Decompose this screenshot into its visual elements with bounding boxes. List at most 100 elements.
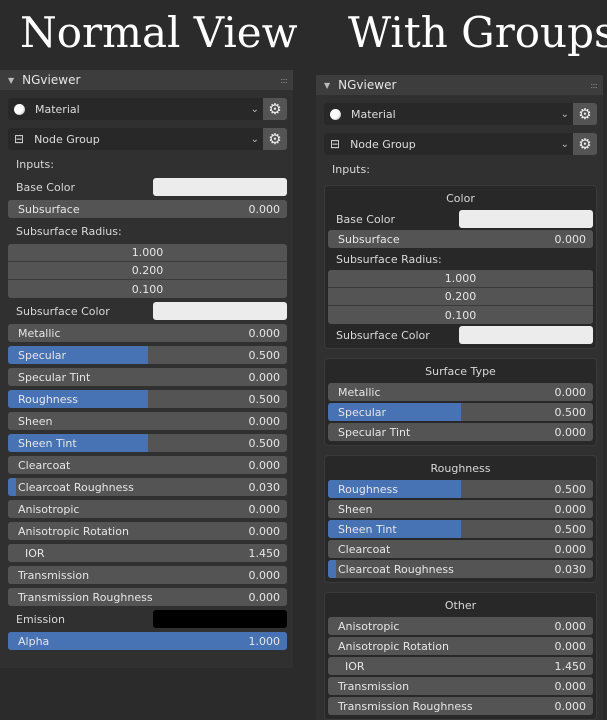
subsurface-slider[interactable]: Subsurface 0.000 <box>8 200 287 218</box>
row-anisotropic[interactable]: Anisotropic 0.000 <box>8 500 287 518</box>
material-selector[interactable]: Material ⌄ ⚙ <box>324 103 597 125</box>
row-metallic[interactable]: Metallic 0.000 <box>328 383 593 401</box>
slider-value: 0.500 <box>554 405 587 419</box>
material-selector[interactable]: Material ⌄ ⚙ <box>8 98 287 120</box>
transmission-roughness-slider[interactable]: Transmission Roughness 0.000 <box>8 588 287 606</box>
vector-component-field[interactable]: 0.200 <box>8 262 287 280</box>
sheen-tint-slider[interactable]: Sheen Tint 0.500 <box>328 520 593 538</box>
metallic-slider[interactable]: Metallic 0.000 <box>8 324 287 342</box>
emission-swatch[interactable] <box>153 610 287 628</box>
field-label: Base Color <box>336 212 396 226</box>
row-subsurface-radius-: Subsurface Radius: <box>8 222 287 240</box>
sheen-slider[interactable]: Sheen 0.000 <box>8 412 287 430</box>
vector-component-field[interactable]: 1.000 <box>328 270 593 288</box>
row-sheen-tint[interactable]: Sheen Tint 0.500 <box>328 520 593 538</box>
anisotropic-rotation-slider[interactable]: Anisotropic Rotation 0.000 <box>8 522 287 540</box>
base-color-swatch[interactable] <box>459 210 593 228</box>
row-sheen[interactable]: Sheen 0.000 <box>8 412 287 430</box>
panel-header[interactable]: ▼ NGviewer:::: <box>316 75 603 95</box>
roughness-slider[interactable]: Roughness 0.500 <box>328 480 593 498</box>
subsurface-color-swatch[interactable] <box>459 326 593 344</box>
gear-icon[interactable]: ⚙ <box>573 103 597 125</box>
base-color-swatch[interactable] <box>153 178 287 196</box>
slider-label: Sheen <box>338 502 373 516</box>
subsurface-color-swatch[interactable] <box>153 302 287 320</box>
row-ior[interactable]: IOR 1.450 <box>8 544 287 562</box>
row-specular[interactable]: Specular 0.500 <box>328 403 593 421</box>
slider-value: 1.000 <box>248 634 281 648</box>
ior-slider[interactable]: IOR 1.450 <box>328 657 593 675</box>
vector-component-field[interactable]: 1.000 <box>8 244 287 262</box>
row-clearcoat-roughness[interactable]: Clearcoat Roughness 0.030 <box>328 560 593 578</box>
collapse-triangle-icon[interactable]: ▼ <box>324 81 330 90</box>
row-ior[interactable]: IOR 1.450 <box>328 657 593 675</box>
row-subsurface[interactable]: Subsurface 0.000 <box>328 230 593 248</box>
drag-grip-icon[interactable]: :::: <box>590 81 598 90</box>
slider-label: Metallic <box>338 385 381 399</box>
collapse-triangle-icon[interactable]: ▼ <box>8 76 14 85</box>
ior-slider[interactable]: IOR 1.450 <box>8 544 287 562</box>
anisotropic-slider[interactable]: Anisotropic 0.000 <box>8 500 287 518</box>
row-anisotropic[interactable]: Anisotropic 0.000 <box>328 617 593 635</box>
clearcoat-roughness-slider[interactable]: Clearcoat Roughness 0.030 <box>328 560 593 578</box>
vector-component-field[interactable]: 0.100 <box>8 280 287 298</box>
anisotropic-rotation-slider[interactable]: Anisotropic Rotation 0.000 <box>328 637 593 655</box>
row-specular-tint[interactable]: Specular Tint 0.000 <box>328 423 593 441</box>
row-subsurface[interactable]: Subsurface 0.000 <box>8 200 287 218</box>
transmission-roughness-slider[interactable]: Transmission Roughness 0.000 <box>328 697 593 715</box>
specular-slider[interactable]: Specular 0.500 <box>8 346 287 364</box>
row-sheen[interactable]: Sheen 0.000 <box>328 500 593 518</box>
row-roughness[interactable]: Roughness 0.500 <box>328 480 593 498</box>
sheen-tint-slider[interactable]: Sheen Tint 0.500 <box>8 434 287 452</box>
field-label: Subsurface Radius: <box>16 224 122 238</box>
row-specular[interactable]: Specular 0.500 <box>8 346 287 364</box>
row-transmission-roughness[interactable]: Transmission Roughness 0.000 <box>328 697 593 715</box>
sheen-slider[interactable]: Sheen 0.000 <box>328 500 593 518</box>
row-roughness[interactable]: Roughness 0.500 <box>8 390 287 408</box>
row-sheen-tint[interactable]: Sheen Tint 0.500 <box>8 434 287 452</box>
slider-value: 0.000 <box>554 425 587 439</box>
vector-component-field[interactable]: 0.200 <box>328 288 593 306</box>
row-clearcoat-roughness[interactable]: Clearcoat Roughness 0.030 <box>8 478 287 496</box>
row-clearcoat[interactable]: Clearcoat 0.000 <box>328 540 593 558</box>
specular-tint-slider[interactable]: Specular Tint 0.000 <box>8 368 287 386</box>
material-sphere-icon <box>14 103 25 115</box>
clearcoat-slider[interactable]: Clearcoat 0.000 <box>8 456 287 474</box>
gear-icon[interactable]: ⚙ <box>573 133 597 155</box>
row-specular-tint[interactable]: Specular Tint 0.000 <box>8 368 287 386</box>
row-alpha[interactable]: Alpha 1.000 <box>8 632 287 650</box>
slider-label: Transmission Roughness <box>18 590 153 604</box>
drag-grip-icon[interactable]: :::: <box>280 76 288 85</box>
anisotropic-slider[interactable]: Anisotropic 0.000 <box>328 617 593 635</box>
node-group-selector[interactable]: ⊟ Node Group ⌄ ⚙ <box>8 128 287 150</box>
vector-component-field[interactable]: 0.100 <box>328 306 593 324</box>
transmission-slider[interactable]: Transmission 0.000 <box>328 677 593 695</box>
row-transmission[interactable]: Transmission 0.000 <box>328 677 593 695</box>
roughness-slider[interactable]: Roughness 0.500 <box>8 390 287 408</box>
row-transmission-roughness[interactable]: Transmission Roughness 0.000 <box>8 588 287 606</box>
row-anisotropic-rotation[interactable]: Anisotropic Rotation 0.000 <box>328 637 593 655</box>
transmission-slider[interactable]: Transmission 0.000 <box>8 566 287 584</box>
panel-header[interactable]: ▼ NGviewer:::: <box>0 70 293 90</box>
row-anisotropic-rotation[interactable]: Anisotropic Rotation 0.000 <box>8 522 287 540</box>
gear-icon[interactable]: ⚙ <box>263 98 287 120</box>
row-transmission[interactable]: Transmission 0.000 <box>8 566 287 584</box>
slider-value: 0.000 <box>554 232 587 246</box>
gear-icon[interactable]: ⚙ <box>263 128 287 150</box>
clearcoat-roughness-slider[interactable]: Clearcoat Roughness 0.030 <box>8 478 287 496</box>
node-group-selector[interactable]: ⊟ Node Group ⌄ ⚙ <box>324 133 597 155</box>
subsurface-radius-vector: 1.000 0.200 0.100 <box>328 270 593 324</box>
subsurface-slider[interactable]: Subsurface 0.000 <box>328 230 593 248</box>
chevron-down-icon: ⌄ <box>250 103 259 115</box>
clearcoat-slider[interactable]: Clearcoat 0.000 <box>328 540 593 558</box>
row-clearcoat[interactable]: Clearcoat 0.000 <box>8 456 287 474</box>
slider-label: Subsurface <box>338 232 400 246</box>
slider-label: Sheen <box>18 414 53 428</box>
slider-value: 1.450 <box>554 659 587 673</box>
specular-slider[interactable]: Specular 0.500 <box>328 403 593 421</box>
row-metallic[interactable]: Metallic 0.000 <box>8 324 287 342</box>
alpha-slider[interactable]: Alpha 1.000 <box>8 632 287 650</box>
specular-tint-slider[interactable]: Specular Tint 0.000 <box>328 423 593 441</box>
metallic-slider[interactable]: Metallic 0.000 <box>328 383 593 401</box>
slider-value: 0.000 <box>554 385 587 399</box>
